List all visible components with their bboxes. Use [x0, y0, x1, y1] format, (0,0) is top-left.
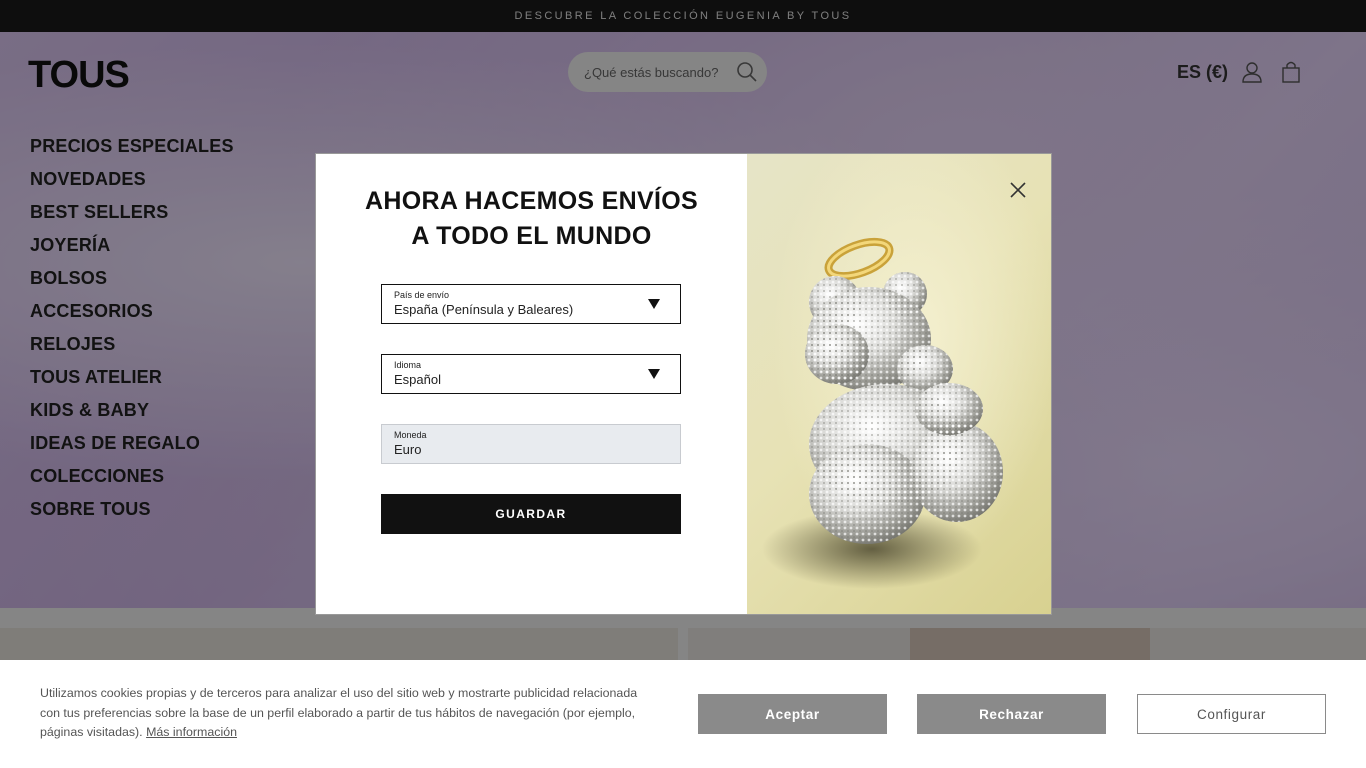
country-label: País de envío — [394, 290, 450, 300]
currency-field: Moneda Euro — [381, 424, 681, 464]
cookie-text: Utilizamos cookies propias y de terceros… — [40, 686, 638, 739]
save-button[interactable]: GUARDAR — [381, 494, 681, 534]
modal-form-panel: AHORA HACEMOS ENVÍOS A TODO EL MUNDO Paí… — [316, 154, 747, 614]
accept-cookies-button[interactable]: Aceptar — [698, 694, 887, 734]
cookie-banner: Utilizamos cookies propias y de terceros… — [0, 660, 1366, 768]
bear-pendant-illustration — [762, 237, 1003, 589]
modal-title: AHORA HACEMOS ENVÍOS A TODO EL MUNDO — [365, 187, 698, 250]
bear-pendant-image — [747, 154, 1051, 614]
currency-value: Euro — [394, 442, 422, 457]
close-icon[interactable] — [1006, 178, 1030, 202]
dropdown-arrow-icon[interactable] — [648, 369, 660, 379]
language-label: Idioma — [394, 360, 422, 370]
reject-cookies-button[interactable]: Rechazar — [917, 694, 1106, 734]
country-value: España (Península y Baleares) — [394, 302, 574, 317]
more-info-link[interactable]: Más información — [146, 725, 237, 739]
country-select[interactable]: País de envío España (Península y Balear… — [381, 284, 681, 324]
shipping-modal: AHORA HACEMOS ENVÍOS A TODO EL MUNDO Paí… — [315, 153, 1052, 615]
currency-label: Moneda — [394, 430, 427, 440]
dropdown-arrow-icon[interactable] — [648, 299, 660, 309]
language-value: Español — [394, 372, 441, 387]
language-select[interactable]: Idioma Español — [381, 354, 681, 394]
configure-cookies-button[interactable]: Configurar — [1137, 694, 1326, 734]
